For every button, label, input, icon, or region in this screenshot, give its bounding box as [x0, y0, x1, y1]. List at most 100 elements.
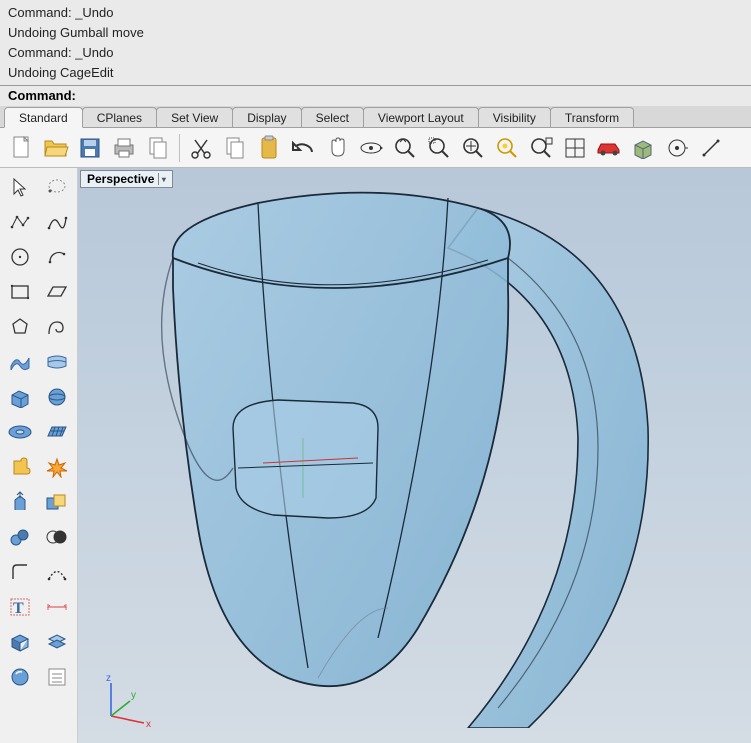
spiral-icon	[46, 316, 68, 338]
new-file-button[interactable]	[6, 132, 38, 164]
zoom-selected-button[interactable]	[491, 132, 523, 164]
plane-tool[interactable]	[39, 275, 75, 309]
magnify-arrows-icon	[461, 136, 485, 160]
layer-icon	[45, 632, 69, 652]
copy-button[interactable]	[219, 132, 251, 164]
zoom-extents-button[interactable]	[457, 132, 489, 164]
hand-icon	[326, 136, 348, 160]
documents-icon	[146, 135, 170, 161]
group-icon	[8, 526, 32, 548]
properties-tool[interactable]	[39, 660, 75, 694]
explode-tool[interactable]	[39, 450, 75, 484]
properties-icon	[46, 666, 68, 688]
tab-set-view[interactable]: Set View	[156, 107, 233, 127]
new-file-icon	[10, 135, 34, 161]
render-button[interactable]	[593, 132, 625, 164]
tab-select[interactable]: Select	[301, 107, 364, 127]
zoom-target-button[interactable]	[525, 132, 557, 164]
puzzle-icon	[9, 456, 31, 478]
arc-icon	[46, 246, 68, 268]
block-tool[interactable]	[2, 625, 38, 659]
render-tool[interactable]	[2, 660, 38, 694]
loft-icon	[45, 352, 69, 372]
tab-transform[interactable]: Transform	[550, 107, 634, 127]
render-icon	[9, 666, 31, 688]
command-history: Command: _Undo Undoing Gumball move Comm…	[0, 0, 751, 85]
tab-cplanes[interactable]: CPlanes	[82, 107, 157, 127]
torus-tool[interactable]	[2, 415, 38, 449]
axis-x-label: x	[146, 719, 151, 730]
history-line: Undoing Gumball move	[8, 24, 743, 43]
spiral-tool[interactable]	[39, 310, 75, 344]
line-icon	[700, 137, 722, 159]
plane-icon	[45, 283, 69, 301]
surface-icon	[8, 352, 32, 372]
mesh-plane-tool[interactable]	[39, 415, 75, 449]
box-tool[interactable]	[2, 380, 38, 414]
fillet-tool[interactable]	[2, 555, 38, 589]
orbit-icon	[358, 137, 384, 159]
text-tool[interactable]: T	[2, 590, 38, 624]
tab-bar: Standard CPlanes Set View Display Select…	[0, 106, 751, 128]
undo-button[interactable]	[287, 132, 319, 164]
tab-display[interactable]: Display	[232, 107, 301, 127]
clipboard-button[interactable]	[253, 132, 285, 164]
polyline-tool[interactable]	[2, 205, 38, 239]
dimension-tool[interactable]	[39, 590, 75, 624]
open-file-button[interactable]	[40, 132, 72, 164]
rectangle-tool[interactable]	[2, 275, 38, 309]
layer-tool[interactable]	[39, 625, 75, 659]
zoom-button[interactable]	[389, 132, 421, 164]
clipboard-icon	[258, 135, 280, 161]
blend-tool[interactable]	[39, 555, 75, 589]
command-prompt-label: Command:	[8, 88, 76, 103]
magnify-icon	[393, 136, 417, 160]
surface-loft-tool[interactable]	[39, 345, 75, 379]
curve-tool[interactable]	[39, 205, 75, 239]
zoom-window-button[interactable]	[423, 132, 455, 164]
options-button[interactable]	[661, 132, 693, 164]
group-tool[interactable]	[2, 520, 38, 554]
pointer-icon	[10, 176, 30, 198]
pan-button[interactable]	[321, 132, 353, 164]
toolbar-separator	[179, 134, 180, 162]
polyline-icon	[9, 212, 31, 232]
circle-tool[interactable]	[2, 240, 38, 274]
open-folder-icon	[43, 137, 69, 159]
viewport-perspective[interactable]: Perspective ▾	[78, 168, 751, 743]
surface-patch-tool[interactable]	[2, 345, 38, 379]
extrude-icon	[9, 490, 31, 514]
main-toolbar	[0, 128, 751, 168]
extrude-tool[interactable]	[2, 485, 38, 519]
polygon-tool[interactable]	[2, 310, 38, 344]
tab-standard[interactable]: Standard	[4, 107, 83, 128]
lasso-select-tool[interactable]	[39, 170, 75, 204]
cut-button[interactable]	[185, 132, 217, 164]
command-prompt[interactable]: Command:	[0, 85, 751, 106]
save-button[interactable]	[74, 132, 106, 164]
history-line: Command: _Undo	[8, 44, 743, 63]
circle-icon	[9, 246, 31, 268]
history-line: Command: _Undo	[8, 4, 743, 23]
boolean-tool[interactable]	[39, 485, 75, 519]
axis-y-label: y	[131, 690, 136, 701]
paste-button[interactable]	[142, 132, 174, 164]
print-button[interactable]	[108, 132, 140, 164]
undo-icon	[290, 138, 316, 158]
scissors-icon	[189, 136, 213, 160]
arc-tool[interactable]	[39, 240, 75, 274]
shaded-box-icon	[631, 137, 655, 159]
help-button[interactable]	[695, 132, 727, 164]
magnify-selected-icon	[495, 136, 519, 160]
tab-visibility[interactable]: Visibility	[478, 107, 551, 127]
four-view-button[interactable]	[559, 132, 591, 164]
block-icon	[8, 631, 32, 653]
tab-viewport-layout[interactable]: Viewport Layout	[363, 107, 479, 127]
shade-button[interactable]	[627, 132, 659, 164]
model-pitcher	[78, 168, 751, 728]
sphere-tool[interactable]	[39, 380, 75, 414]
boolean-diff-tool[interactable]	[39, 520, 75, 554]
rotate-view-button[interactable]	[355, 132, 387, 164]
plugin-tool[interactable]	[2, 450, 38, 484]
pointer-tool[interactable]	[2, 170, 38, 204]
